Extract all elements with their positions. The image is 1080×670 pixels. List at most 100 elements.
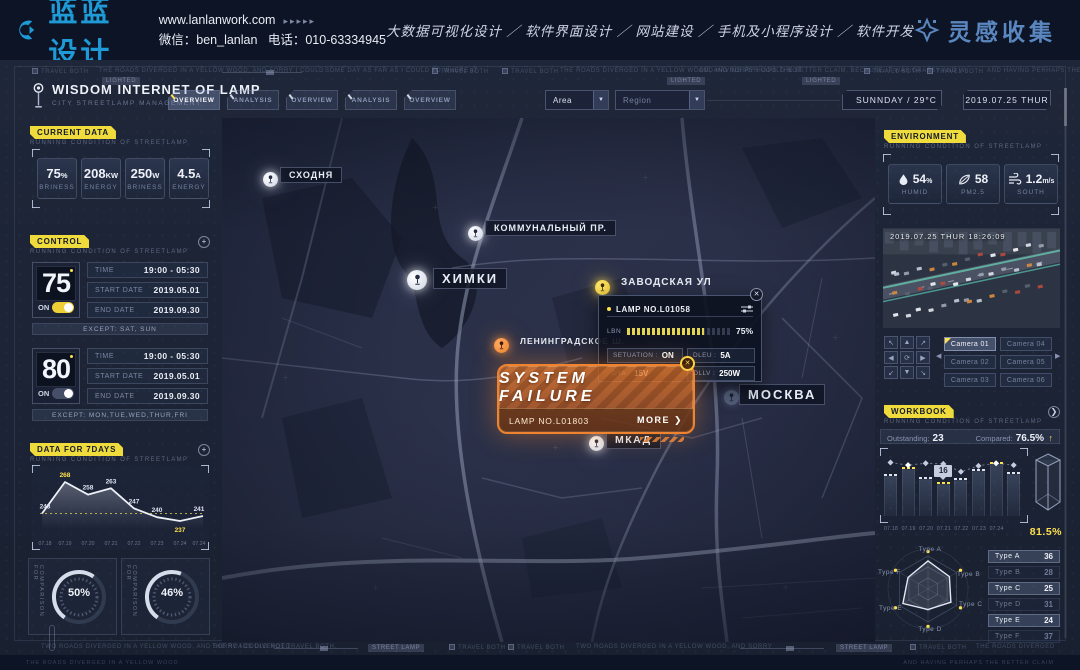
workbook-more-button[interactable]: ❯ bbox=[1048, 406, 1060, 418]
gauge1-label: COMPARISON FOR bbox=[32, 565, 44, 634]
schedule2-time-row: TIME19:00 - 05:30 bbox=[87, 348, 208, 364]
bar-x-label: 07.23 bbox=[970, 526, 988, 532]
radar-axis-e: Type E bbox=[879, 605, 902, 612]
panel-label-current-data: CURRENT DATA bbox=[30, 126, 116, 139]
type-row-d[interactable]: Type D31 bbox=[988, 598, 1060, 611]
type-row-f[interactable]: Type F37 bbox=[988, 630, 1060, 643]
svg-text:258: 258 bbox=[83, 485, 94, 492]
region-select[interactable]: Region ▼ bbox=[615, 90, 705, 110]
tab-overview-3[interactable]: OVERVIEW bbox=[404, 90, 456, 110]
popup-close-icon[interactable]: ✕ bbox=[750, 288, 763, 301]
pan-down-right-icon[interactable]: ↘ bbox=[916, 366, 930, 379]
type-row-a[interactable]: Type A36 bbox=[988, 550, 1060, 563]
deco-text: TRAVEL BOTH bbox=[32, 68, 89, 75]
deco-text: TRAVEL BOTH bbox=[502, 68, 559, 75]
svg-text:241: 241 bbox=[194, 506, 205, 513]
camera-list-prev-icon[interactable]: ◀ bbox=[936, 352, 941, 360]
map-pin-shodnya[interactable] bbox=[263, 172, 278, 187]
type-row-c[interactable]: Type C25 bbox=[988, 582, 1060, 595]
camera-list-next-icon[interactable]: ▶ bbox=[1055, 352, 1060, 360]
map-pin-moskva[interactable] bbox=[724, 390, 739, 405]
deco-text: STREET LAMP bbox=[836, 644, 892, 652]
camera-button-5[interactable]: Camera 05 bbox=[1000, 355, 1052, 369]
alert-more-button[interactable]: MORE ❯ bbox=[637, 415, 683, 426]
deco-text: LIGHTED bbox=[667, 77, 705, 85]
svg-text:07.22: 07.22 bbox=[128, 541, 141, 547]
pan-left-icon[interactable]: ◀ bbox=[884, 351, 898, 364]
popup-field-situation: SETUATION :ON bbox=[607, 348, 683, 363]
pan-up-left-icon[interactable]: ↖ bbox=[884, 336, 898, 349]
gauge2-value: 46% bbox=[140, 587, 204, 599]
schedule2-end-row: END DATE2019.09.30 bbox=[87, 388, 208, 404]
pan-reset-icon[interactable]: ⟳ bbox=[900, 351, 914, 364]
camera-button-6[interactable]: Camera 06 bbox=[1000, 373, 1052, 387]
map-pin-kommunalny[interactable] bbox=[468, 226, 483, 241]
data7-expand-button[interactable]: + bbox=[198, 444, 210, 456]
schedule-toggle-2[interactable] bbox=[52, 388, 74, 399]
deco-text: THE ROADS DIVERGED IN A YELLOW WOOD, AND… bbox=[99, 68, 324, 74]
area-select[interactable]: Area ▼ bbox=[545, 90, 609, 110]
system-failure-alert: SYSTEM FAILURE LAMP NO.L01803 MORE ❯ bbox=[497, 364, 695, 434]
svg-text:07.20: 07.20 bbox=[82, 541, 95, 547]
bar-x-label: 07.18 bbox=[882, 526, 900, 532]
app-title-block: WISDOM INTERNET OF LAMP CITY STREETLAMP … bbox=[32, 82, 261, 112]
site-url[interactable]: www.lanlanwork.com bbox=[159, 13, 276, 27]
bar-x-label: 07.24 bbox=[988, 526, 1006, 532]
arrows-icon: ▸▸▸▸▸ bbox=[283, 16, 316, 26]
lamp-glyph-icon bbox=[728, 393, 735, 402]
map-label-zavodskaya[interactable]: ЗАВОДСКАЯ УЛ bbox=[613, 275, 720, 290]
map-label-kommunalny[interactable]: КОММУНАЛЬНЫЙ ПР. bbox=[485, 220, 616, 236]
type-row-e[interactable]: Type E24 bbox=[988, 614, 1060, 627]
workbook-stats: Outstanding:23 Compared:76.5% ↑ bbox=[880, 429, 1060, 444]
control-add-button[interactable]: + bbox=[198, 236, 210, 248]
svg-text:+: + bbox=[552, 443, 559, 452]
workbook-marker-line bbox=[884, 450, 1024, 516]
city-map[interactable]: +++ ++++ СХОДНЯ КОММУНАЛЬНЫЙ ПР. ХИМКИ З bbox=[222, 118, 875, 642]
tab-analysis-1[interactable]: ANALYSIS bbox=[227, 90, 279, 110]
lbn-value: 75% bbox=[736, 326, 753, 336]
pan-down-left-icon[interactable]: ↙ bbox=[884, 366, 898, 379]
deco-text: TWO ROADS DIVERGED IN A YELLOW WOOD, AND… bbox=[41, 644, 337, 650]
map-pin-khimki[interactable] bbox=[407, 270, 427, 290]
bar-x-label: 07.19 bbox=[900, 526, 918, 532]
panel-sub-current-data: RUNNING CONDITION OF STREETLAMP bbox=[30, 140, 188, 146]
date-text: 2019.07.25 THUR bbox=[965, 95, 1048, 105]
tab-overview-1[interactable]: OVERVIEW bbox=[168, 90, 220, 110]
map-label-khimki[interactable]: ХИМКИ bbox=[433, 268, 507, 289]
map-pin-zavodskaya[interactable] bbox=[595, 280, 610, 295]
tab-analysis-2[interactable]: ANALYSIS bbox=[345, 90, 397, 110]
lamp-glyph-icon bbox=[593, 439, 600, 448]
panel-sub-environment: RUNNING CONDITION OF STREETLAMP bbox=[884, 144, 1042, 150]
stat-energy-a: 4.5A ENERGY bbox=[169, 158, 209, 199]
schedule-toggle-1[interactable] bbox=[52, 302, 74, 313]
alert-close-icon[interactable]: ✕ bbox=[680, 356, 695, 371]
lamp-glyph-icon bbox=[413, 274, 422, 286]
tab-overview-2[interactable]: OVERVIEW bbox=[286, 90, 338, 110]
pan-right-icon[interactable]: ▶ bbox=[916, 351, 930, 364]
camera-button-4[interactable]: Camera 04 bbox=[1000, 337, 1052, 351]
map-label-moskva[interactable]: МОСКВА bbox=[739, 384, 825, 405]
wechat-id: 微信：ben_lanlan bbox=[159, 33, 258, 47]
pan-up-icon[interactable]: ▲ bbox=[900, 336, 914, 349]
weather-text: SUNNDAY / 29°C bbox=[856, 95, 937, 105]
stat-energy-kw: 208KW ENERGY bbox=[81, 158, 121, 199]
map-pin-leningradskoe[interactable] bbox=[494, 338, 509, 353]
map-pin-mkad[interactable] bbox=[589, 436, 604, 451]
camera-view[interactable]: 2019.07.25 THUR 18:26:09 bbox=[883, 228, 1060, 328]
sliders-icon[interactable] bbox=[741, 305, 753, 313]
camera-button-1[interactable]: Camera 01 bbox=[944, 337, 996, 351]
camera-button-2[interactable]: Camera 02 bbox=[944, 355, 996, 369]
right-scrollbar bbox=[1064, 88, 1067, 638]
map-label-shodnya[interactable]: СХОДНЯ bbox=[280, 167, 342, 183]
top-banner: 蓝蓝设计 www.lanlanwork.com▸▸▸▸▸ 微信：ben_lanl… bbox=[0, 0, 1080, 60]
panel-sub-control: RUNNING CONDITION OF STREETLAMP bbox=[30, 249, 188, 255]
alert-deco-stripes bbox=[640, 437, 684, 442]
deco-slider bbox=[222, 72, 302, 73]
camera-button-3[interactable]: Camera 03 bbox=[944, 373, 996, 387]
scrollbar-thumb[interactable] bbox=[1064, 88, 1067, 126]
pan-down-icon[interactable]: ▼ bbox=[900, 366, 914, 379]
pan-up-right-icon[interactable]: ↗ bbox=[916, 336, 930, 349]
type-row-b[interactable]: Type B28 bbox=[988, 566, 1060, 579]
dim-level-dial-1: 75 ON bbox=[32, 262, 80, 318]
lamp-glyph-icon bbox=[472, 229, 479, 238]
